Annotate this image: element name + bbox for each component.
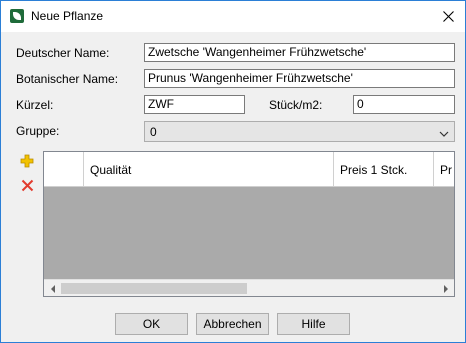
column-header-qualitaet[interactable]: Qualität (84, 152, 334, 186)
deutscher-name-field[interactable]: Zwetsche 'Wangenheimer Frühzwetsche' (144, 43, 455, 62)
gruppe-label: Gruppe: (16, 124, 60, 138)
close-button[interactable] (431, 1, 465, 32)
scrollbar-thumb[interactable] (61, 283, 247, 294)
column-header-preis[interactable]: Preis 1 Stck. (334, 152, 434, 186)
scroll-right-icon[interactable] (437, 280, 454, 296)
stueck-m2-field[interactable]: 0 (353, 95, 455, 114)
red-x-icon (21, 179, 33, 191)
plant-app-icon (10, 9, 24, 23)
botanischer-name-field[interactable]: Prunus 'Wangenheimer Frühzwetsche' (144, 69, 455, 88)
dialog-window: Neue Pflanze Deutscher Name: Zwetsche 'W… (0, 0, 466, 343)
cancel-button[interactable]: Abbrechen (196, 313, 269, 335)
deutscher-name-label: Deutscher Name: (16, 46, 110, 60)
price-grid[interactable]: Qualität Preis 1 Stck. Pr (43, 151, 455, 297)
horizontal-scrollbar[interactable] (44, 279, 454, 296)
delete-row-button[interactable] (16, 174, 38, 196)
gruppe-dropdown[interactable]: 0 (144, 121, 455, 142)
close-icon (442, 11, 454, 22)
gruppe-selected-value: 0 (150, 125, 157, 139)
title-bar: Neue Pflanze (1, 1, 465, 32)
column-header-pr[interactable]: Pr (434, 152, 454, 186)
row-header-corner (44, 152, 84, 186)
chevron-down-icon (439, 127, 449, 141)
plus-icon (20, 154, 34, 168)
stueck-m2-label: Stück/m2: (269, 98, 323, 112)
window-title: Neue Pflanze (31, 9, 104, 23)
add-row-button[interactable] (16, 150, 38, 172)
ok-button[interactable]: OK (115, 313, 188, 335)
kuerzel-field[interactable]: ZWF (144, 95, 245, 114)
botanischer-name-label: Botanischer Name: (16, 72, 119, 86)
help-button[interactable]: Hilfe (277, 313, 350, 335)
scroll-left-icon[interactable] (44, 280, 61, 296)
grid-header: Qualität Preis 1 Stck. Pr (44, 152, 454, 187)
kuerzel-label: Kürzel: (16, 98, 54, 112)
